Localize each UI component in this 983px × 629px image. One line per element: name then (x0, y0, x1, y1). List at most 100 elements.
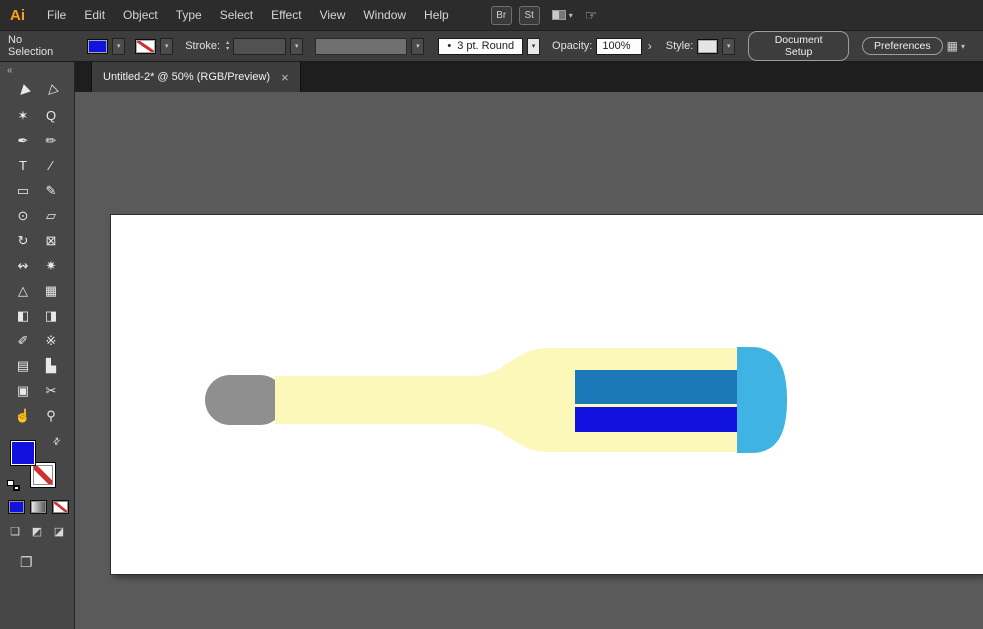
tools-panel: « ◀ ◁ ✶ Q ✒ ✏ T ∕ ▭ ✎ ⊙ ▱ ↻ ⊠ ↭ ✷ △ ▦ ◧ (0, 62, 75, 629)
rotate-tool[interactable]: ↻ (11, 230, 35, 251)
column-graph-tool[interactable]: ▙ (39, 355, 63, 376)
rectangle-tool[interactable]: ▭ (11, 180, 35, 201)
perspective-grid-tool[interactable]: △ (11, 280, 35, 301)
draw-normal-icon[interactable]: ❏ (5, 523, 25, 539)
opacity-input[interactable]: 100% (596, 38, 641, 55)
selection-tool[interactable]: ◀ (7, 75, 39, 107)
shape-builder-tool[interactable]: ⊙ (11, 205, 35, 226)
bottle-cap-shape[interactable] (205, 375, 285, 425)
direct-selection-tool[interactable]: ◁ (35, 75, 67, 107)
width-tool[interactable]: ↭ (11, 255, 35, 276)
menu-select[interactable]: Select (211, 4, 262, 26)
type-tool[interactable]: T (11, 155, 35, 176)
color-button[interactable] (8, 500, 25, 514)
bridge-button[interactable]: Br (491, 6, 512, 25)
opacity-expand-icon[interactable]: › (646, 39, 654, 53)
zoom-tool[interactable]: ⚲ (39, 405, 63, 426)
brush-definition-field[interactable]: • 3 pt. Round (438, 38, 523, 55)
eyedropper-tool[interactable]: ✐ (11, 330, 35, 351)
style-label: Style: (666, 40, 694, 52)
illustrator-window: Ai File Edit Object Type Select Effect V… (0, 0, 983, 629)
hand-tool[interactable]: ☝ (11, 405, 35, 426)
paintbrush-tool[interactable]: ✎ (39, 180, 63, 201)
default-stroke-mini (13, 485, 20, 491)
label-stripe-bottom[interactable] (575, 407, 737, 432)
screen-mode-icon[interactable]: ❐ (20, 554, 33, 571)
brush-definition-dropdown[interactable]: ▾ (527, 38, 540, 55)
menu-window[interactable]: Window (354, 4, 415, 26)
fill-color-swatch[interactable] (87, 39, 108, 54)
arrange-documents-icon (552, 10, 566, 20)
menu-help[interactable]: Help (415, 4, 458, 26)
style-dropdown[interactable]: ▾ (722, 38, 735, 55)
magic-wand-tool[interactable]: ✶ (11, 105, 35, 126)
share-hand-button[interactable]: ☞ (585, 7, 598, 24)
swap-fill-stroke-icon[interactable]: ⇄ (51, 435, 64, 448)
app-bar-buttons: Br St ▾ ☞ (484, 6, 598, 25)
close-icon[interactable]: × (281, 70, 289, 85)
eraser-tool[interactable]: ▱ (39, 205, 63, 226)
align-options-button[interactable]: ▦ ▾ (947, 39, 965, 53)
artboard-tool[interactable]: ▣ (11, 380, 35, 401)
bottle-base-shape[interactable] (737, 347, 787, 453)
brush-dot-icon: • (447, 40, 451, 52)
chevron-down-icon: ▾ (117, 42, 121, 50)
curvature-tool[interactable]: ✏ (39, 130, 63, 151)
color-mode-buttons (8, 500, 74, 514)
variable-width-profile-dropdown[interactable] (315, 38, 407, 55)
none-button[interactable] (52, 500, 69, 514)
menu-object[interactable]: Object (114, 4, 167, 26)
gradient-button[interactable] (30, 500, 47, 514)
fill-color-dropdown[interactable]: ▾ (112, 38, 125, 55)
menu-edit[interactable]: Edit (75, 4, 114, 26)
app-logo[interactable]: Ai (0, 7, 38, 24)
tool-grid: ◀ ◁ ✶ Q ✒ ✏ T ∕ ▭ ✎ ⊙ ▱ ↻ ⊠ ↭ ✷ △ ▦ ◧ ◨ (0, 79, 74, 426)
preferences-button[interactable]: Preferences (862, 37, 943, 55)
stroke-weight-dropdown[interactable]: ▾ (290, 38, 303, 55)
draw-inside-icon[interactable]: ◪ (49, 523, 69, 539)
stroke-weight-input[interactable] (233, 38, 286, 55)
default-fill-stroke-icon[interactable] (7, 480, 20, 491)
lasso-tool[interactable]: Q (39, 105, 63, 126)
stroke-color-dropdown[interactable]: ▾ (160, 38, 173, 55)
artboard[interactable] (111, 215, 983, 574)
align-icon: ▦ (947, 39, 958, 53)
control-bar: No Selection ▾ ▾ Stroke: ▴ ▾ ▾ ▾ • 3 pt.… (0, 30, 983, 62)
drawing-mode-buttons: ❏ ◩ ◪ (5, 523, 74, 539)
canvas-area[interactable] (75, 92, 983, 629)
arrange-documents-button[interactable]: ▾ (552, 10, 573, 20)
chevron-down-icon: ▾ (569, 11, 573, 20)
menu-file[interactable]: File (38, 4, 75, 26)
graph-tool[interactable]: ▤ (11, 355, 35, 376)
mesh-tool[interactable]: ▦ (39, 280, 63, 301)
line-segment-tool[interactable]: ∕ (39, 155, 63, 176)
slice-tool[interactable]: ✂ (39, 380, 63, 401)
blend-tool[interactable]: ◨ (39, 305, 63, 326)
collapse-panel-button[interactable]: « (0, 62, 74, 79)
artwork (111, 215, 983, 574)
gradient-tool[interactable]: ◧ (11, 305, 35, 326)
stepper-down-icon[interactable]: ▾ (226, 46, 229, 52)
stock-button[interactable]: St (519, 6, 540, 25)
menu-effect[interactable]: Effect (262, 4, 310, 26)
draw-behind-icon[interactable]: ◩ (27, 523, 47, 539)
main-area: « ◀ ◁ ✶ Q ✒ ✏ T ∕ ▭ ✎ ⊙ ▱ ↻ ⊠ ↭ ✷ △ ▦ ◧ (0, 62, 983, 629)
pen-tool[interactable]: ✒ (11, 130, 35, 151)
document-tab[interactable]: Untitled-2* @ 50% (RGB/Preview) × (91, 62, 301, 92)
variable-width-profile-chevron[interactable]: ▾ (411, 38, 424, 55)
menu-type[interactable]: Type (167, 4, 211, 26)
fill-swatch[interactable] (10, 440, 36, 466)
stroke-weight-label: Stroke: (185, 40, 220, 52)
stroke-color-swatch[interactable] (135, 39, 156, 54)
style-swatch[interactable] (697, 39, 718, 54)
stroke-weight-stepper[interactable]: ▴ ▾ (226, 40, 229, 52)
free-transform-tool[interactable]: ✷ (39, 255, 63, 276)
scale-tool[interactable]: ⊠ (39, 230, 63, 251)
document-setup-button[interactable]: Document Setup (748, 31, 849, 61)
default-fill-mini (7, 480, 14, 486)
hand-icon: ☞ (585, 7, 598, 24)
brush-definition-value: 3 pt. Round (457, 40, 514, 52)
symbol-sprayer-tool[interactable]: ※ (39, 330, 63, 351)
menu-view[interactable]: View (311, 4, 355, 26)
label-stripe-top[interactable] (575, 370, 737, 404)
